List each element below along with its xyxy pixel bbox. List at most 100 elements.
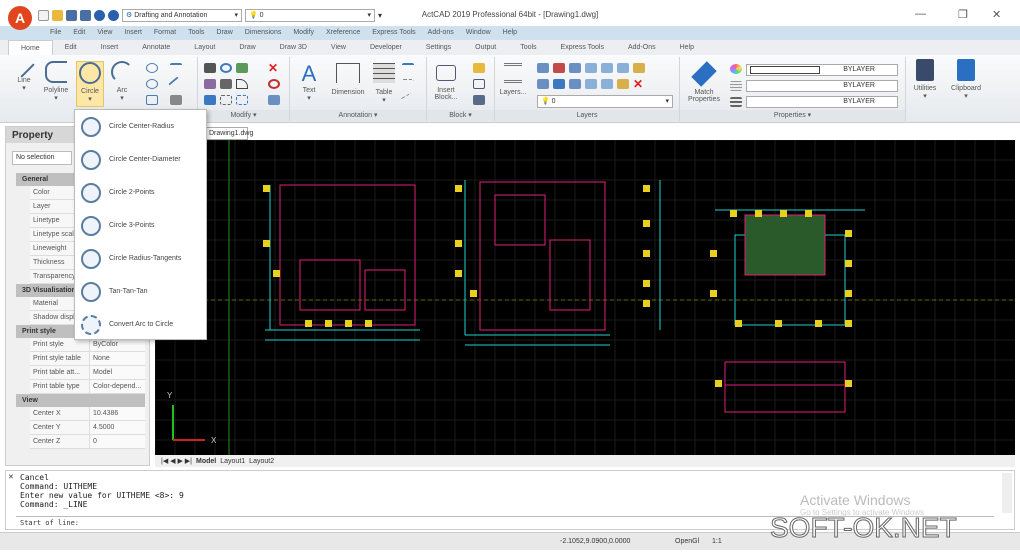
tab-annotate[interactable]: Annotate: [130, 40, 182, 55]
menu-item-circle-radius-tangents[interactable]: Circle Radius-Tangents: [75, 242, 206, 275]
mirror-icon[interactable]: [220, 79, 232, 89]
layer-tool-icon[interactable]: [537, 63, 549, 73]
tab-express-tools[interactable]: Express Tools: [549, 40, 616, 55]
ellipse-icon[interactable]: [146, 63, 158, 73]
layer-tool-icon[interactable]: [553, 79, 565, 89]
tab-layout2[interactable]: Layout2: [249, 458, 274, 465]
tab-add-ons[interactable]: Add-Ons: [616, 40, 668, 55]
polyline-button[interactable]: Polyline ▾: [42, 61, 70, 102]
property-row[interactable]: Print table type Color-depend...: [30, 380, 145, 394]
tab-draw[interactable]: Draw: [227, 40, 267, 55]
menu-view[interactable]: View: [91, 26, 118, 40]
layer-tool-icon[interactable]: [633, 63, 645, 73]
tab-home[interactable]: Home: [8, 40, 53, 55]
tab-output[interactable]: Output: [463, 40, 508, 55]
tab-view[interactable]: View: [319, 40, 358, 55]
save-icon[interactable]: [66, 10, 77, 21]
menu-format[interactable]: Format: [148, 26, 182, 40]
property-row[interactable]: Print table att... Model: [30, 366, 145, 380]
tab-layout1[interactable]: Layout1: [220, 458, 245, 465]
menu-item-circle-3-points[interactable]: Circle 3-Points: [75, 209, 206, 242]
menu-file[interactable]: File: [44, 26, 67, 40]
block-group-label[interactable]: Block ▾: [427, 110, 494, 121]
match-properties-button[interactable]: Match Properties: [684, 61, 724, 103]
edit-block-icon[interactable]: [473, 79, 485, 89]
selection-dropdown[interactable]: No selection: [12, 151, 72, 165]
customize-qat-icon[interactable]: ▾: [378, 11, 382, 20]
aligned-dim-icon[interactable]: [400, 92, 416, 108]
redo-icon[interactable]: [108, 10, 119, 21]
renderer-label[interactable]: OpenGl: [675, 538, 699, 545]
app-logo[interactable]: A: [8, 6, 32, 30]
arc-button[interactable]: Arc ▾: [108, 61, 136, 102]
modify-group-label[interactable]: Modify ▾: [198, 110, 289, 121]
layer-tool-icon[interactable]: [569, 79, 581, 89]
leader-icon[interactable]: [402, 79, 414, 89]
layer-tool-icon[interactable]: [585, 79, 597, 89]
circle-button[interactable]: Circle ▾: [76, 61, 104, 107]
layer-select[interactable]: 💡 0 ▾: [245, 9, 375, 22]
menu-tools[interactable]: Tools: [182, 26, 210, 40]
menu-add-ons[interactable]: Add-ons: [422, 26, 460, 40]
layer-tool-icon[interactable]: [601, 79, 613, 89]
layer-tool-icon[interactable]: [617, 79, 629, 89]
restore-button[interactable]: ❐: [958, 8, 968, 21]
property-row[interactable]: Center Y 4.5000: [30, 421, 145, 435]
property-row[interactable]: Center X 10.4386: [30, 407, 145, 421]
fillet-icon[interactable]: [236, 79, 248, 89]
save-as-icon[interactable]: [80, 10, 91, 21]
property-value[interactable]: 10.4386: [90, 407, 145, 420]
layers-button[interactable]: Layers...: [497, 61, 529, 96]
first-tab-button[interactable]: |◀ ◀ ▶ ▶|: [161, 457, 192, 465]
insert-block-button[interactable]: Insert Block...: [429, 61, 463, 101]
menu-item-circle-center-radius[interactable]: Circle Center-Radius: [75, 110, 206, 143]
rectangle-icon[interactable]: [146, 95, 158, 105]
menu-item-convert-arc-to-circle[interactable]: Convert Arc to Circle: [75, 308, 206, 341]
annotation-group-label[interactable]: Annotation ▾: [290, 110, 426, 121]
tab-edit[interactable]: Edit: [53, 40, 89, 55]
open-icon[interactable]: [52, 10, 63, 21]
spline-icon[interactable]: [170, 63, 182, 73]
move-icon[interactable]: [204, 63, 216, 73]
properties-group-label[interactable]: Properties ▾: [680, 110, 905, 121]
undo-icon[interactable]: [94, 10, 105, 21]
attribute-icon[interactable]: [473, 95, 485, 105]
layer-delete-icon[interactable]: ✕: [633, 78, 645, 90]
dimension-button[interactable]: Dimension: [328, 61, 368, 96]
offset-icon[interactable]: [268, 95, 280, 105]
layer-tool-icon[interactable]: [617, 63, 629, 73]
menu-help[interactable]: Help: [497, 26, 523, 40]
linetype-select[interactable]: BYLAYER: [746, 80, 898, 92]
explode-icon[interactable]: [268, 79, 280, 89]
stretch-icon[interactable]: [204, 95, 216, 105]
menu-xreference[interactable]: Xreference: [320, 26, 366, 40]
tab-model[interactable]: Model: [196, 458, 216, 465]
menu-edit[interactable]: Edit: [67, 26, 91, 40]
layer-tool-icon[interactable]: [601, 63, 613, 73]
menu-window[interactable]: Window: [460, 26, 497, 40]
hatch-icon[interactable]: [170, 95, 182, 105]
property-value[interactable]: Model: [90, 366, 145, 379]
drawing-canvas[interactable]: Y X: [154, 139, 1015, 455]
new-icon[interactable]: [38, 10, 49, 21]
tab-help[interactable]: Help: [668, 40, 706, 55]
utilities-button[interactable]: Utilities ▾: [908, 59, 942, 100]
text-button[interactable]: A Text ▾: [294, 61, 324, 102]
scale-icon[interactable]: [236, 63, 248, 73]
menu-insert[interactable]: Insert: [118, 26, 148, 40]
menu-item-tan-tan-tan[interactable]: Tan-Tan-Tan: [75, 275, 206, 308]
color-select[interactable]: BYLAYER: [746, 64, 898, 76]
menu-dimensions[interactable]: Dimensions: [239, 26, 288, 40]
trim-icon[interactable]: [236, 95, 248, 105]
layer-tool-icon[interactable]: [569, 63, 581, 73]
lineweight-select[interactable]: BYLAYER: [746, 96, 898, 108]
menu-express-tools[interactable]: Express Tools: [366, 26, 421, 40]
array-icon[interactable]: [220, 95, 232, 105]
menu-draw[interactable]: Draw: [210, 26, 238, 40]
close-command-icon[interactable]: ✕: [8, 473, 14, 481]
layer-tool-icon[interactable]: [537, 79, 549, 89]
tab-layout[interactable]: Layout: [182, 40, 227, 55]
copy-icon[interactable]: [204, 79, 216, 89]
layer-tool-icon[interactable]: [553, 63, 565, 73]
tab-draw-3d[interactable]: Draw 3D: [268, 40, 319, 55]
